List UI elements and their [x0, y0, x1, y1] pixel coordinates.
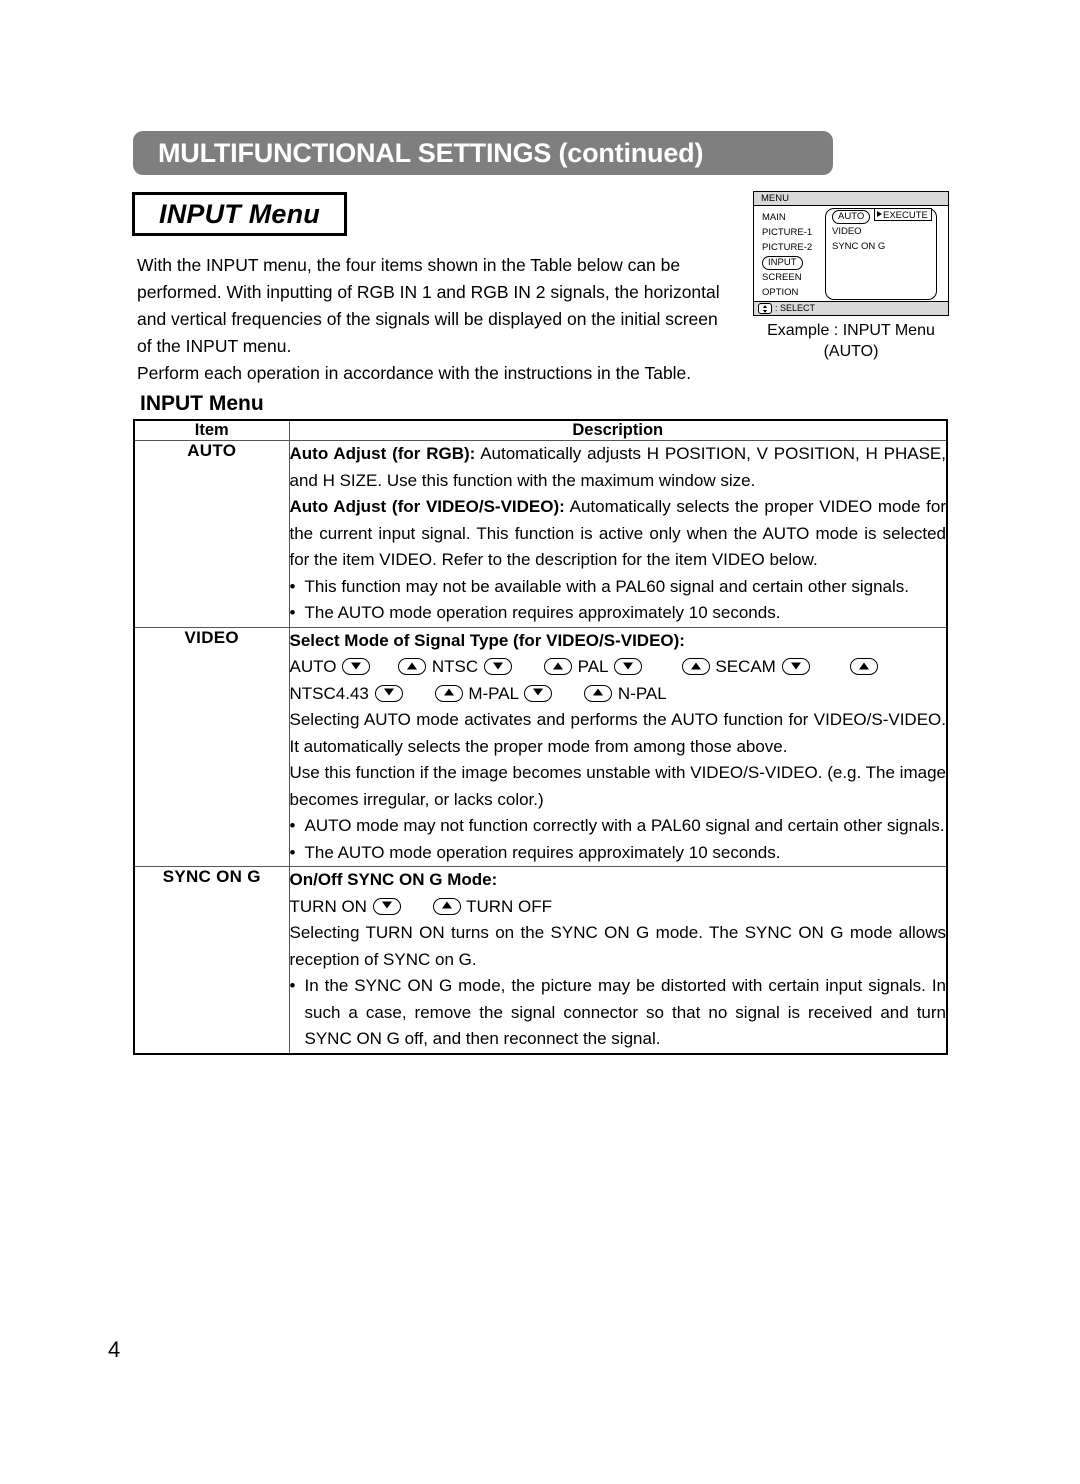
osd-execute-button[interactable]: EXECUTE	[874, 208, 932, 221]
osd-titlebar: MENU	[754, 192, 948, 206]
sync-bullet-1: In the SYNC ON G mode, the picture may b…	[290, 973, 947, 1053]
video-paragraph-2: Use this function if the image becomes u…	[289, 763, 947, 809]
osd-footer-label: : SELECT	[775, 303, 816, 313]
osd-caption: Example : INPUT Menu (AUTO)	[753, 320, 949, 362]
osd-main-item-picture-2[interactable]: PICTURE-2	[762, 240, 824, 255]
video-heading: Select Mode of Signal Type (for VIDEO/S-…	[289, 630, 685, 650]
table-cell-description-auto: Auto Adjust (for RGB): Automatically adj…	[288, 440, 948, 628]
arrow-up-button[interactable]	[398, 658, 427, 675]
section-title-text: INPUT Menu	[159, 198, 320, 229]
arrow-down-button[interactable]	[524, 684, 553, 702]
table-row: VIDEO Select Mode of Signal Type (for VI…	[133, 626, 948, 867]
signal-label-m-pal: M-PAL	[468, 683, 519, 703]
table-cell-item-auto: AUTO	[133, 440, 290, 628]
arrow-down-button[interactable]	[372, 897, 401, 915]
sync-toggle-chain: TURN ON TURN OFF	[290, 894, 947, 921]
table-cell-item-sync-on-g: SYNC ON G	[133, 866, 290, 1054]
auto-bullet-2: The AUTO mode operation requires approxi…	[290, 600, 947, 627]
osd-main-item-input-highlight: INPUT	[762, 256, 803, 270]
arrow-down-button[interactable]	[781, 658, 810, 675]
osd-main-item-picture-1[interactable]: PICTURE-1	[762, 225, 824, 240]
auto-paragraph-rgb: Auto Adjust (for RGB): Automatically adj…	[289, 444, 947, 490]
table-cell-description-video: Select Mode of Signal Type (for VIDEO/S-…	[288, 626, 948, 867]
video-bullet-2: The AUTO mode operation requires approxi…	[290, 840, 947, 867]
osd-caption-line1: Example : INPUT Menu	[767, 322, 935, 339]
osd-sub-item-sync-on-g[interactable]: SYNC ON G	[826, 239, 936, 254]
intro-paragraph-2: Perform each operation in accordance wit…	[137, 363, 692, 383]
osd-sub-item-auto-highlight: AUTO	[832, 210, 871, 224]
osd-body: MAIN PICTURE-1 PICTURE-2 INPUT SCREEN OP…	[754, 206, 948, 301]
table-header-item: Item	[133, 419, 290, 441]
osd-example: MENU MAIN PICTURE-1 PICTURE-2 INPUT SCRE…	[753, 191, 949, 362]
page-number: 4	[108, 1337, 121, 1362]
intro-text: With the INPUT menu, the four items show…	[137, 252, 722, 387]
osd-caption-line2: (AUTO)	[823, 343, 879, 360]
arrow-down-button[interactable]	[613, 658, 642, 675]
arrow-down-button[interactable]	[483, 658, 512, 675]
video-paragraph-1: Selecting AUTO mode activates and perfor…	[289, 710, 947, 756]
arrow-up-button[interactable]	[432, 897, 461, 915]
signal-label-ntsc443: NTSC4.43	[289, 683, 369, 703]
page-header-title: MULTIFUNCTIONAL SETTINGS (continued)	[158, 137, 704, 168]
signal-label-ntsc: NTSC	[431, 657, 479, 676]
page-header-bar: MULTIFUNCTIONAL SETTINGS (continued)	[133, 131, 833, 175]
osd-main-item-option[interactable]: OPTION	[762, 285, 824, 300]
intro-paragraph-1: With the INPUT menu, the four items show…	[137, 255, 720, 356]
video-bullet-list: AUTO mode may not function correctly wit…	[290, 813, 947, 866]
signal-label-auto: AUTO	[289, 657, 337, 676]
video-signal-chain-line2: NTSC4.43 M-PAL N-PAL	[290, 681, 947, 708]
osd-window: MENU MAIN PICTURE-1 PICTURE-2 INPUT SCRE…	[753, 191, 949, 316]
arrow-down-button[interactable]	[374, 684, 403, 702]
video-bullet-1: AUTO mode may not function correctly wit…	[290, 813, 947, 840]
osd-footer: : SELECT	[754, 301, 948, 315]
table-row: SYNC ON G On/Off SYNC ON G Mode: TURN ON…	[133, 866, 948, 1054]
signal-label-pal: PAL	[577, 657, 608, 676]
arrow-up-button[interactable]	[584, 684, 613, 702]
auto-bullet-list: This function may not be available with …	[290, 574, 947, 627]
osd-main-item-input[interactable]: INPUT	[762, 255, 824, 270]
toggle-label-turn-off: TURN OFF	[466, 896, 553, 916]
signal-label-secam: SECAM	[715, 657, 776, 676]
table-header-row: Item Description	[133, 419, 948, 441]
osd-main-item-screen[interactable]: SCREEN	[762, 270, 824, 285]
table-cell-item-video: VIDEO	[133, 626, 290, 867]
video-signal-chain-line1: AUTO NTSC PAL SECAM	[290, 654, 947, 681]
arrow-down-button[interactable]	[342, 658, 371, 675]
arrow-up-button[interactable]	[849, 658, 878, 675]
arrow-up-button[interactable]	[543, 658, 572, 675]
osd-execute-label: EXECUTE	[883, 210, 928, 221]
table-header-description: Description	[288, 419, 948, 441]
table-row: AUTO Auto Adjust (for RGB): Automaticall…	[133, 440, 948, 628]
auto-bullet-1: This function may not be available with …	[290, 574, 947, 601]
osd-main-menu-column: MAIN PICTURE-1 PICTURE-2 INPUT SCREEN OP…	[762, 210, 824, 300]
osd-titlebar-label: MENU	[761, 193, 789, 204]
arrow-up-button[interactable]	[681, 658, 710, 675]
arrow-up-button[interactable]	[434, 684, 463, 702]
triangle-right-icon	[877, 211, 882, 217]
input-menu-table: Item Description AUTO Auto Adjust (for R…	[133, 419, 948, 1055]
table-heading: INPUT Menu	[140, 392, 264, 415]
table-cell-description-sync-on-g: On/Off SYNC ON G Mode: TURN ON TURN OFF …	[288, 866, 948, 1054]
section-title-box: INPUT Menu	[132, 192, 347, 236]
sync-paragraph-1: Selecting TURN ON turns on the SYNC ON G…	[289, 923, 947, 969]
select-updown-icon	[758, 303, 772, 314]
auto-paragraph-video: Auto Adjust (for VIDEO/S-VIDEO): Automat…	[289, 497, 947, 569]
sync-heading: On/Off SYNC ON G Mode:	[289, 870, 498, 889]
sync-bullet-list: In the SYNC ON G mode, the picture may b…	[290, 973, 947, 1053]
signal-label-n-pal: N-PAL	[617, 683, 667, 703]
osd-sub-item-video[interactable]: VIDEO	[826, 224, 936, 239]
osd-main-item-main[interactable]: MAIN	[762, 210, 824, 225]
toggle-label-turn-on: TURN ON	[289, 896, 367, 916]
